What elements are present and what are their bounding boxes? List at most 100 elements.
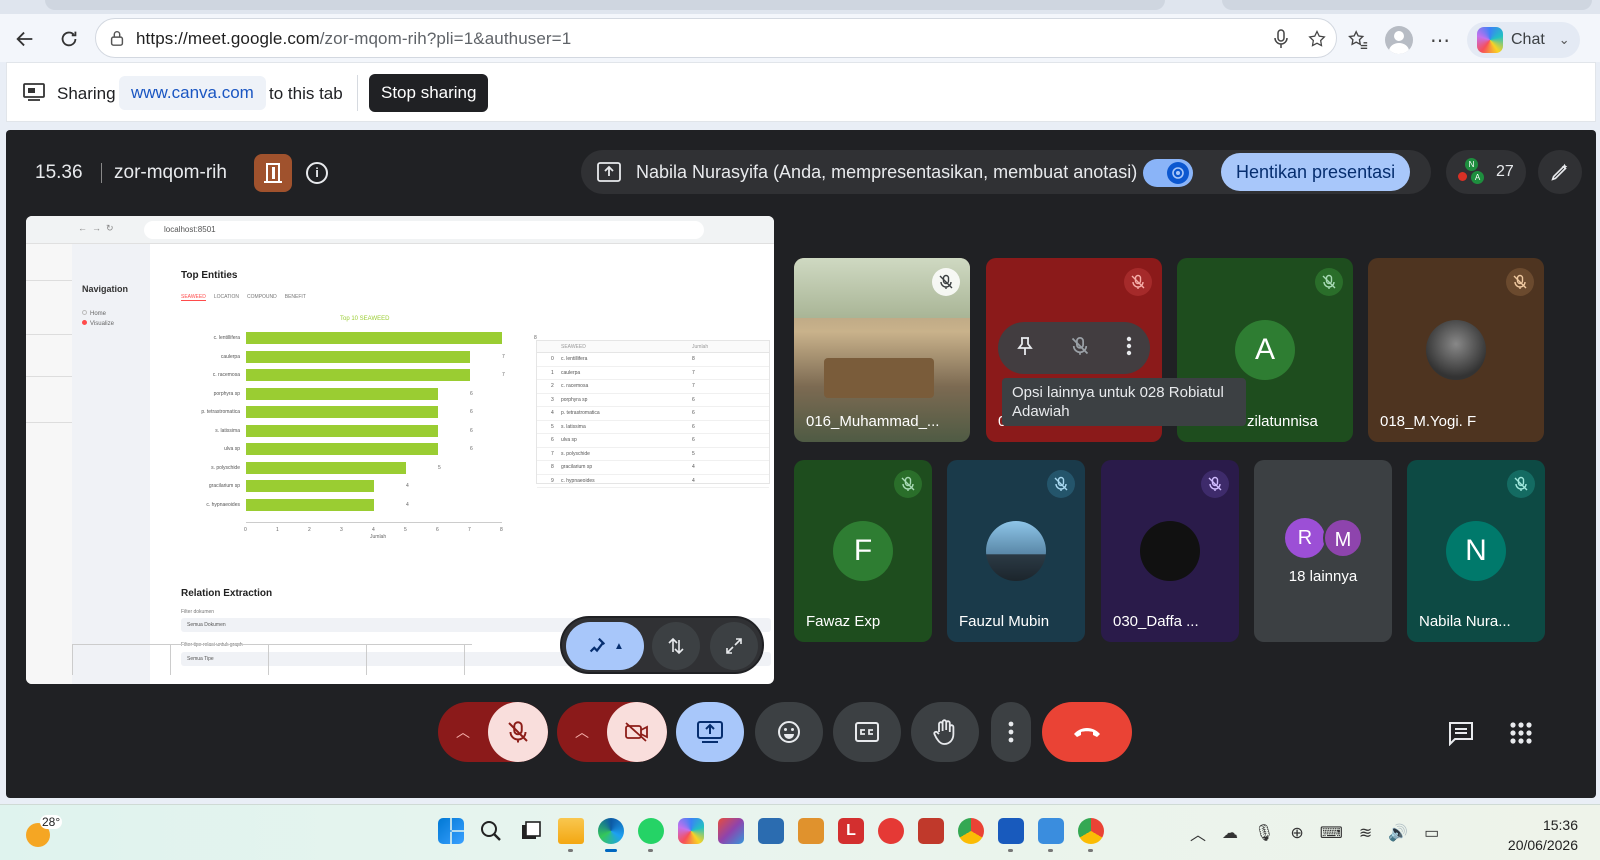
- search-icon[interactable]: [478, 818, 504, 844]
- camera-toggle-button[interactable]: [607, 702, 667, 762]
- browser-tab[interactable]: [1222, 0, 1592, 10]
- more-options-button[interactable]: [1126, 336, 1132, 361]
- microphone-tray-icon[interactable]: 🎙: [1254, 823, 1274, 843]
- volume-icon[interactable]: 🔊: [1388, 823, 1408, 843]
- shared-url: localhost:8501: [144, 221, 704, 239]
- bar-value-label: 6: [470, 390, 473, 397]
- mic-off-icon: [1054, 476, 1068, 491]
- store-app-icon[interactable]: [758, 818, 784, 844]
- wifi-icon[interactable]: ≋: [1359, 823, 1372, 843]
- leave-call-button[interactable]: [1042, 702, 1132, 762]
- bar-value-label: 4: [406, 501, 409, 508]
- host-controls-button[interactable]: [254, 154, 292, 192]
- battery-icon[interactable]: ▭: [1424, 823, 1439, 843]
- annotation-pen-button[interactable]: ▲: [566, 622, 644, 670]
- copilot-app-icon[interactable]: [678, 818, 704, 844]
- shared-domain-link[interactable]: www.canva.com: [119, 76, 266, 110]
- participant-tile[interactable]: F Fawaz Exp: [794, 460, 932, 642]
- stop-sharing-button[interactable]: Stop sharing: [369, 74, 489, 112]
- present-now-button[interactable]: [676, 702, 744, 762]
- app-red-square-icon[interactable]: [918, 818, 944, 844]
- x-axis-label: Jumlah: [370, 534, 387, 540]
- participant-tile[interactable]: 018_M.Yogi. F: [1368, 258, 1544, 442]
- audio-options-button[interactable]: ︿: [438, 702, 488, 762]
- participant-tile[interactable]: 016_Muhammad_...: [794, 258, 970, 442]
- mic-off-icon: [1071, 336, 1089, 355]
- app-red-l-icon[interactable]: L: [838, 818, 864, 844]
- chrome-profile-icon[interactable]: [1078, 818, 1104, 852]
- annotation-tools-button[interactable]: [1538, 150, 1582, 194]
- participant-initial: F: [833, 521, 893, 581]
- participant-tile[interactable]: Fauzul Mubin: [947, 460, 1085, 642]
- chevron-up-icon[interactable]: ︿: [1190, 821, 1206, 845]
- stop-presenting-button[interactable]: Hentikan presentasi: [1221, 153, 1411, 191]
- fullscreen-button[interactable]: [710, 622, 758, 670]
- shared-nav-icons: ← → ↻: [78, 223, 114, 233]
- tab-strip: [0, 0, 1600, 14]
- captions-button[interactable]: [833, 702, 901, 762]
- whatsapp-icon[interactable]: [638, 818, 664, 852]
- start-windows-icon[interactable]: [438, 818, 464, 844]
- self-tile[interactable]: N Nabila Nura...: [1407, 460, 1545, 642]
- running-indicator: [568, 849, 573, 852]
- table-row: 9 c. hypnaeoides 4: [537, 475, 769, 488]
- profile-avatar[interactable]: [1385, 26, 1413, 54]
- app-red-circle-icon[interactable]: [878, 818, 904, 844]
- microphone-icon[interactable]: [1268, 26, 1294, 52]
- app-orange-icon[interactable]: [798, 818, 824, 844]
- pin-button[interactable]: [1016, 336, 1034, 361]
- closed-captions-icon: [855, 722, 879, 742]
- running-indicator: [1048, 849, 1053, 852]
- notepad-icon[interactable]: [1038, 818, 1064, 852]
- mic-off-icon: [1514, 476, 1528, 491]
- camera-control-group: ︿: [557, 702, 667, 762]
- file-explorer-icon[interactable]: [558, 818, 584, 852]
- swap-view-button[interactable]: [652, 622, 700, 670]
- participant-tile[interactable]: 030_Daffa ...: [1101, 460, 1239, 642]
- address-bar[interactable]: https://meet.google.com/zor-mqom-rih?pli…: [95, 18, 1337, 58]
- url-text[interactable]: https://meet.google.com/zor-mqom-rih?pli…: [136, 29, 571, 49]
- chat-with-everyone-button[interactable]: [1446, 718, 1476, 748]
- vpn-icon[interactable]: ⊕: [1290, 823, 1303, 843]
- participant-name: Nabila Nura...: [1419, 613, 1511, 630]
- cloud-off-icon[interactable]: ☁: [1222, 823, 1238, 843]
- favorites-icon[interactable]: [1345, 27, 1371, 53]
- weather-widget[interactable]: 28°: [26, 815, 63, 847]
- reactions-button[interactable]: [755, 702, 823, 762]
- others-tile[interactable]: R M 18 lainnya: [1254, 460, 1392, 642]
- clock[interactable]: 15:36 20/06/2026: [1490, 815, 1578, 855]
- mute-participant-button[interactable]: [1070, 336, 1090, 361]
- site-info-icon[interactable]: [108, 29, 126, 47]
- participants-button[interactable]: N A 27: [1446, 150, 1526, 194]
- chrome-icon[interactable]: [958, 818, 984, 844]
- reload-button[interactable]: [54, 24, 84, 54]
- table-index-cell: 1: [551, 369, 554, 376]
- raise-hand-button[interactable]: [911, 702, 979, 762]
- microphone-toggle-button[interactable]: [488, 702, 548, 762]
- copilot-chat-button[interactable]: Chat ⌄: [1467, 22, 1580, 58]
- video-options-button[interactable]: ︿: [557, 702, 607, 762]
- filter-document-label: Filter dokumen: [181, 609, 215, 615]
- word-app-icon[interactable]: [998, 818, 1024, 852]
- bar-category-label: c. racemosa: [212, 372, 240, 378]
- more-options-button[interactable]: [991, 702, 1031, 762]
- table-index-cell: 5: [551, 423, 554, 430]
- nav-radio-visualize: Visualize: [82, 320, 114, 327]
- windows-taskbar: 28° L ︿ ☁ 🎙 ⊕ ⌨ ≋ 🔊 ▭ 15:36 20/06/2026: [0, 804, 1600, 860]
- activities-button[interactable]: [1506, 718, 1536, 748]
- more-menu-icon[interactable]: ⋯: [1427, 27, 1453, 53]
- task-view-icon[interactable]: [518, 818, 544, 844]
- browser-tab-active[interactable]: [45, 0, 1165, 10]
- mic-off-icon: [901, 476, 915, 491]
- annotation-toggle[interactable]: [1143, 159, 1193, 187]
- edge-browser-icon[interactable]: [598, 818, 624, 852]
- table-row: 2 c. racemosa 7: [537, 380, 769, 394]
- meeting-info-icon[interactable]: i: [306, 162, 328, 184]
- back-button[interactable]: [10, 24, 40, 54]
- bar-category-label: s. polyschide: [211, 464, 240, 471]
- favorite-star-icon[interactable]: [1304, 26, 1330, 52]
- present-screen-icon: [697, 721, 723, 743]
- keyboard-icon[interactable]: ⌨: [1320, 823, 1343, 843]
- clock-time: 15:36: [1542, 817, 1578, 833]
- photos-app-icon[interactable]: [718, 818, 744, 844]
